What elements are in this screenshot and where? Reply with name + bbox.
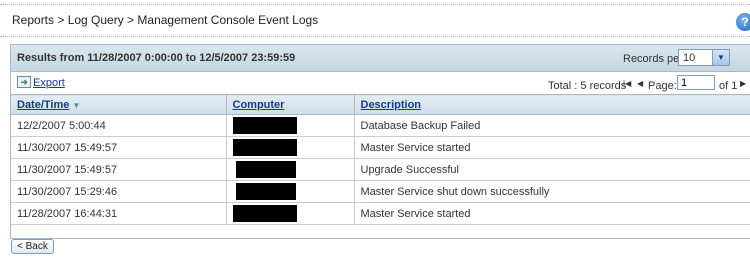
cell-description: Database Backup Failed bbox=[354, 114, 750, 137]
grid-toolbar: ➜ Export Total : 5 records |◀ ◀ Page: of… bbox=[11, 72, 750, 94]
cell-datetime: 11/30/2007 15:29:46 bbox=[11, 180, 227, 203]
column-header-computer-label[interactable]: Computer bbox=[233, 99, 285, 111]
redacted-computer-name bbox=[232, 205, 297, 222]
table-row: 11/28/2007 16:44:31 Master Service start… bbox=[11, 202, 750, 225]
column-header-datetime[interactable]: Date/Time ▼ bbox=[11, 94, 227, 115]
table-row: 12/2/2007 5:00:44 Database Backup Failed bbox=[11, 114, 750, 137]
column-header-datetime-label[interactable]: Date/Time bbox=[17, 99, 69, 111]
export-link[interactable]: Export bbox=[33, 77, 65, 89]
table-row: 11/30/2007 15:29:46 Master Service shut … bbox=[11, 180, 750, 203]
cell-description: Master Service started bbox=[354, 136, 750, 159]
sort-descending-icon: ▼ bbox=[72, 100, 81, 110]
breadcrumb: Reports > Log Query > Management Console… bbox=[12, 13, 319, 27]
results-header-bar: Results from 11/28/2007 0:00:00 to 12/5/… bbox=[11, 45, 750, 72]
title-divider bbox=[0, 36, 750, 37]
records-per-page-value: 10 bbox=[683, 52, 696, 64]
table-row: 11/30/2007 15:49:57 Upgrade Successful bbox=[11, 158, 750, 181]
cell-datetime: 11/28/2007 16:44:31 bbox=[11, 202, 227, 225]
cell-computer bbox=[226, 180, 355, 203]
results-panel: Results from 11/28/2007 0:00:00 to 12/5/… bbox=[10, 44, 750, 239]
cell-computer bbox=[226, 114, 355, 137]
cell-computer bbox=[226, 158, 355, 181]
column-header-computer[interactable]: Computer bbox=[226, 94, 355, 115]
first-page-icon[interactable]: |◀ bbox=[623, 79, 631, 88]
cell-computer bbox=[226, 136, 355, 159]
page-number-input[interactable] bbox=[677, 75, 715, 90]
back-button[interactable]: < Back bbox=[11, 239, 54, 254]
table-header-row: Date/Time ▼ Computer Description bbox=[11, 94, 750, 115]
records-per-page-select[interactable]: 10 ▼ bbox=[678, 49, 730, 66]
redacted-computer-name bbox=[232, 139, 297, 156]
next-page-icon[interactable]: ▶ bbox=[740, 79, 746, 88]
page-count-text: of 1 bbox=[719, 80, 738, 92]
cell-datetime: 11/30/2007 15:49:57 bbox=[11, 136, 227, 159]
cell-datetime: 11/30/2007 15:49:57 bbox=[11, 158, 227, 181]
total-records-text: Total : 5 records bbox=[548, 80, 627, 92]
redacted-computer-name bbox=[235, 161, 296, 178]
export-icon[interactable]: ➜ bbox=[17, 76, 31, 88]
table-row: 11/30/2007 15:49:57 Master Service start… bbox=[11, 136, 750, 159]
prev-page-icon[interactable]: ◀ bbox=[637, 79, 643, 88]
cell-computer bbox=[226, 202, 355, 225]
cell-datetime: 12/2/2007 5:00:44 bbox=[11, 114, 227, 137]
cell-description: Upgrade Successful bbox=[354, 158, 750, 181]
cell-description: Master Service shut down successfully bbox=[354, 180, 750, 203]
page-label: Page: bbox=[648, 80, 677, 92]
top-divider bbox=[0, 4, 750, 5]
results-range-text: Results from 11/28/2007 0:00:00 to 12/5/… bbox=[17, 52, 296, 64]
event-log-table: Date/Time ▼ Computer Description 12/2/20… bbox=[11, 94, 750, 225]
chevron-down-icon[interactable]: ▼ bbox=[712, 50, 729, 65]
column-header-description-label[interactable]: Description bbox=[361, 99, 422, 111]
redacted-computer-name bbox=[235, 183, 296, 200]
cell-description: Master Service started bbox=[354, 202, 750, 225]
help-icon[interactable]: ? bbox=[736, 13, 750, 31]
redacted-computer-name bbox=[232, 117, 297, 134]
column-header-description[interactable]: Description bbox=[354, 94, 750, 115]
